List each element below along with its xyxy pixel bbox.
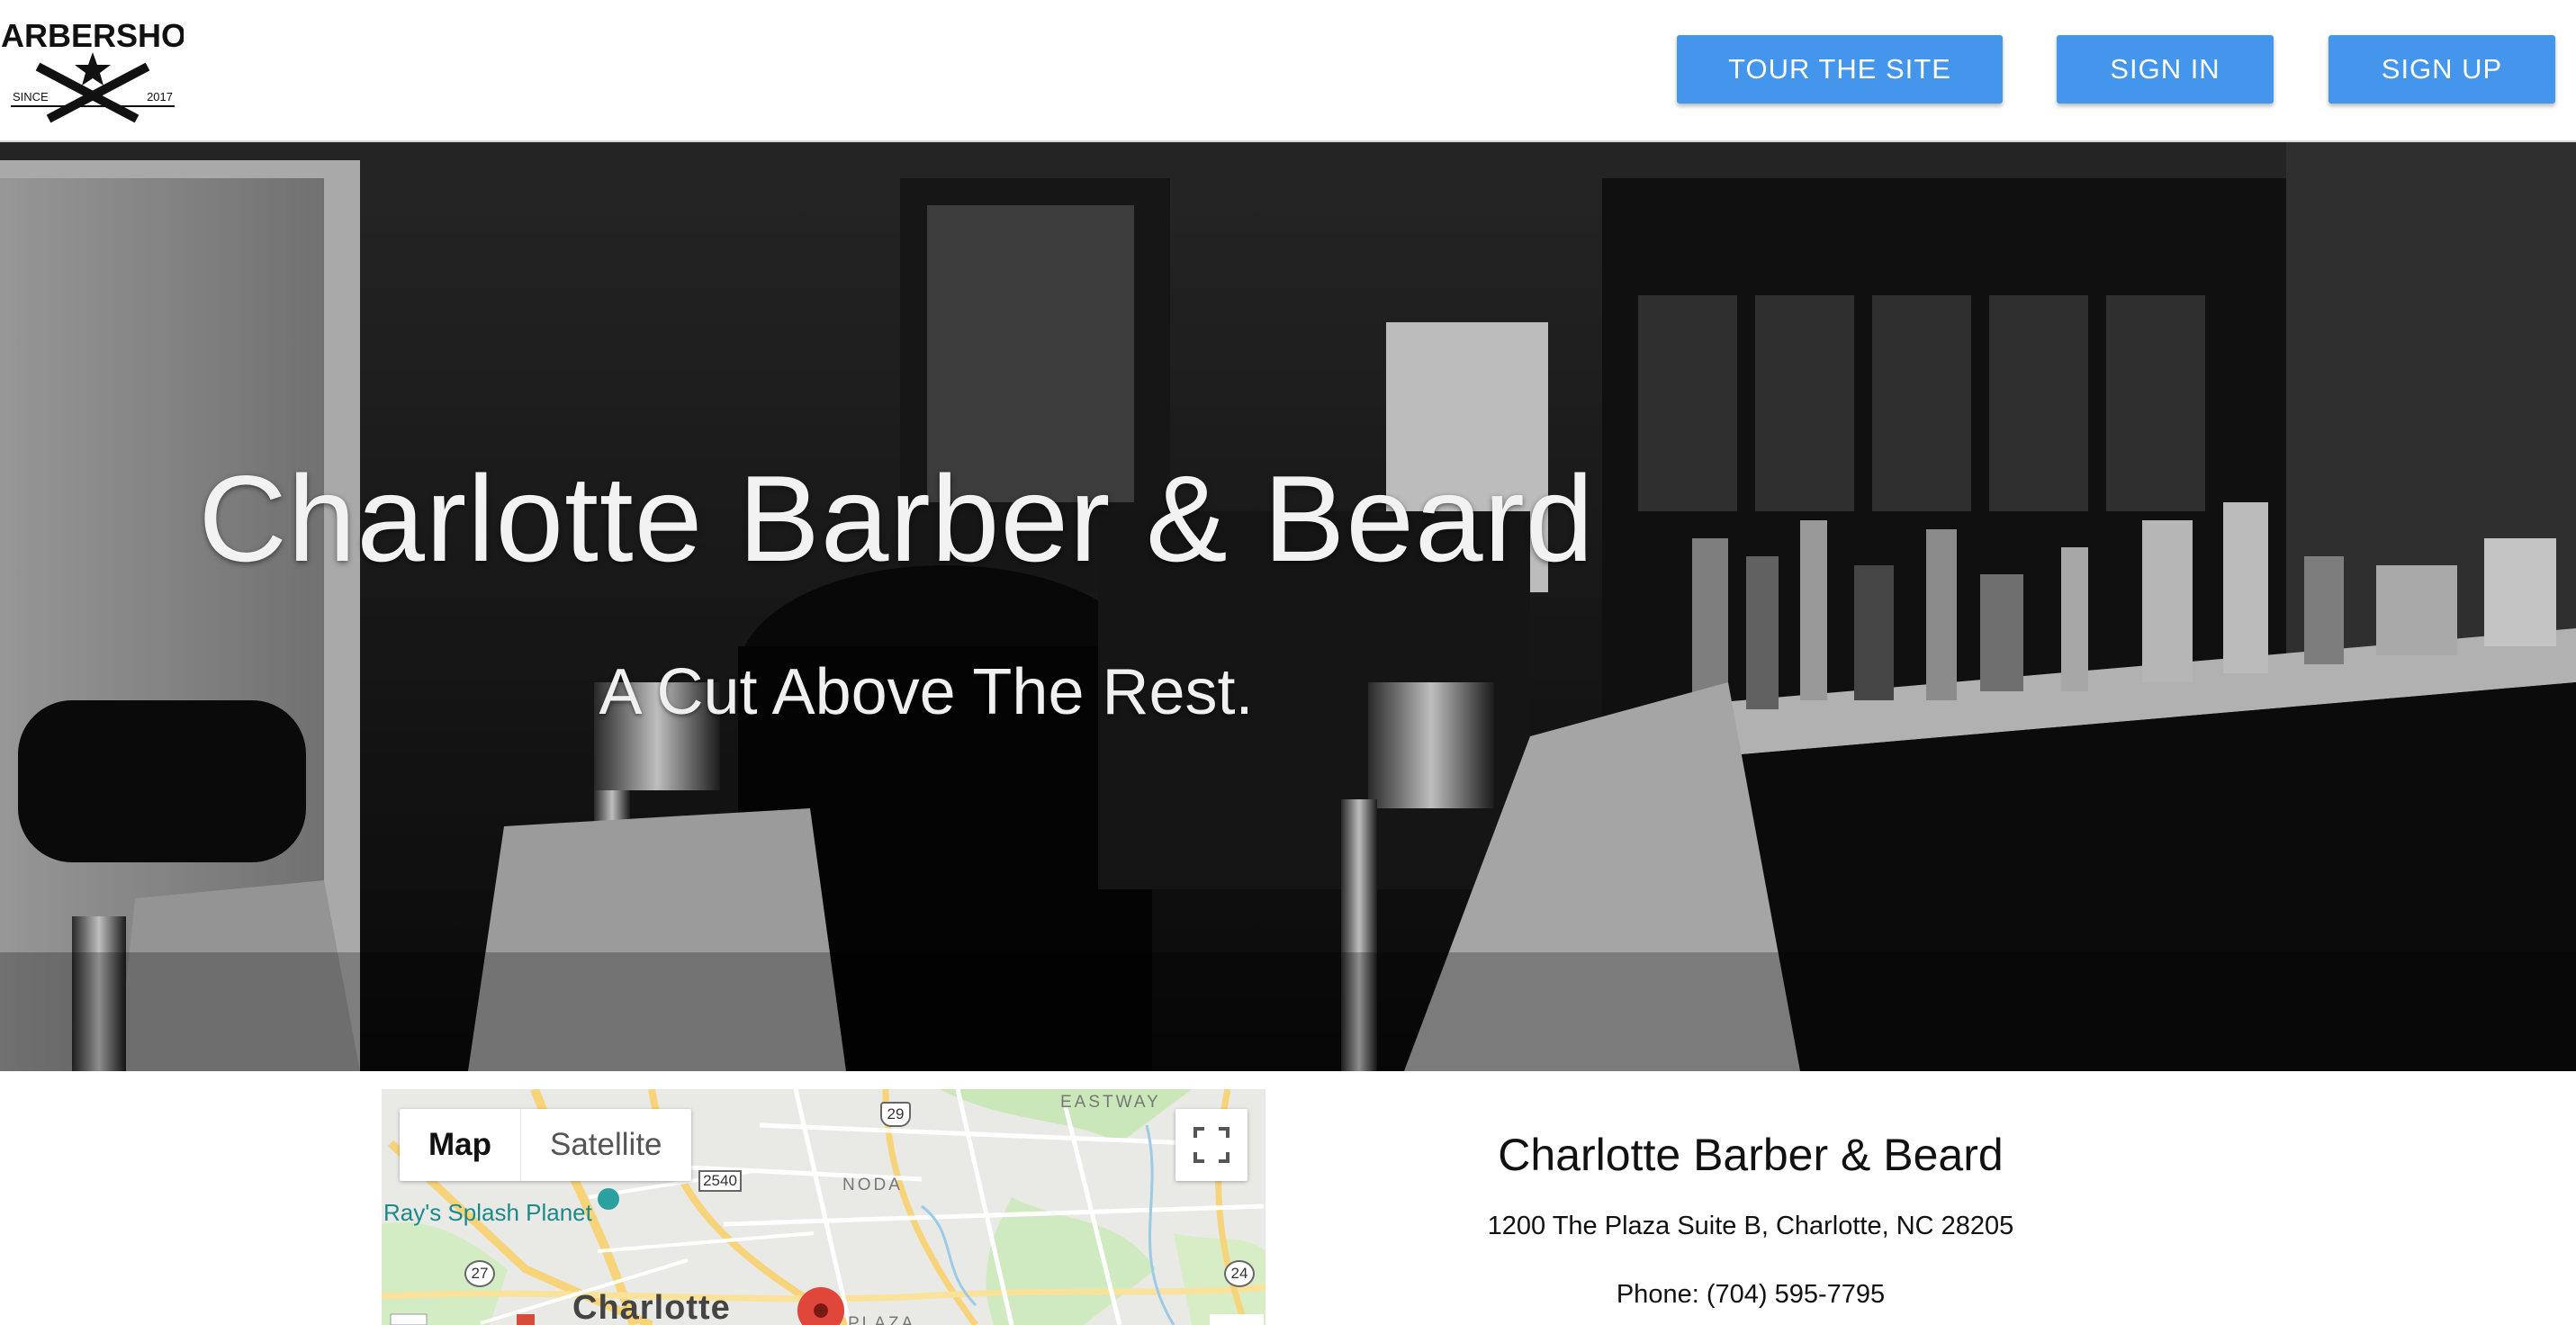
hero-banner: Charlotte Barber & Beard A Cut Above The… [0, 142, 2576, 1071]
business-name: Charlotte Barber & Beard [1498, 1130, 2004, 1180]
route-shield-24: 24 [1224, 1260, 1255, 1287]
logo-top-text: BARBERSHOP [2, 17, 184, 54]
site-header: BARBERSHOP SINCE 2017 TOUR THE SITE SIGN… [0, 0, 2576, 142]
hero-title: Charlotte Barber & Beard [0, 448, 2576, 589]
map-label-splash: Ray's Splash Planet [383, 1199, 592, 1226]
sign-in-button[interactable]: SIGN IN [2057, 35, 2274, 104]
map-label-plaza: PLAZA [848, 1314, 916, 1325]
route-shield-2540: 2540 [698, 1170, 742, 1192]
fullscreen-button[interactable] [1175, 1109, 1247, 1181]
map-label-eastway: EASTWAY [1060, 1093, 1161, 1112]
map-type-toggle: Map Satellite [400, 1109, 691, 1181]
business-phone: Phone: (704) 595-7795 [1616, 1280, 1886, 1309]
hero-title-text: Charlotte Barber & Beard [198, 450, 1595, 587]
tour-the-site-button[interactable]: TOUR THE SITE [1677, 35, 2003, 104]
logo-year: 2017 [147, 90, 173, 104]
barbershop-logo[interactable]: BARBERSHOP SINCE 2017 [0, 13, 208, 124]
fullscreen-icon [1193, 1127, 1229, 1163]
barbershop-logo-icon: BARBERSHOP SINCE 2017 [0, 17, 208, 123]
logo-star-icon [75, 52, 111, 86]
business-address: 1200 The Plaza Suite B, Charlotte, NC 28… [1487, 1212, 2014, 1240]
map-label-noda: NODA [842, 1176, 903, 1194]
business-info: Charlotte Barber & Beard 1200 The Plaza … [1305, 1089, 2196, 1325]
map-tab-satellite[interactable]: Satellite [521, 1109, 691, 1181]
hero-subtitle: A Cut Above The Rest. [0, 655, 2576, 729]
barbershop-hero-image [0, 142, 2576, 1071]
route-shield-29: 29 [880, 1102, 911, 1127]
location-map[interactable]: Ray's Splash Planet NODA EASTWAY Charlot… [382, 1089, 1265, 1325]
map-label-charlotte: Charlotte [572, 1289, 731, 1325]
route-shield-27: 27 [464, 1260, 495, 1287]
sign-up-button[interactable]: SIGN UP [2328, 35, 2555, 104]
logo-since-label: SINCE [13, 90, 49, 104]
map-tab-map[interactable]: Map [400, 1109, 521, 1181]
hero-subtitle-text: A Cut Above The Rest. [599, 656, 1254, 728]
